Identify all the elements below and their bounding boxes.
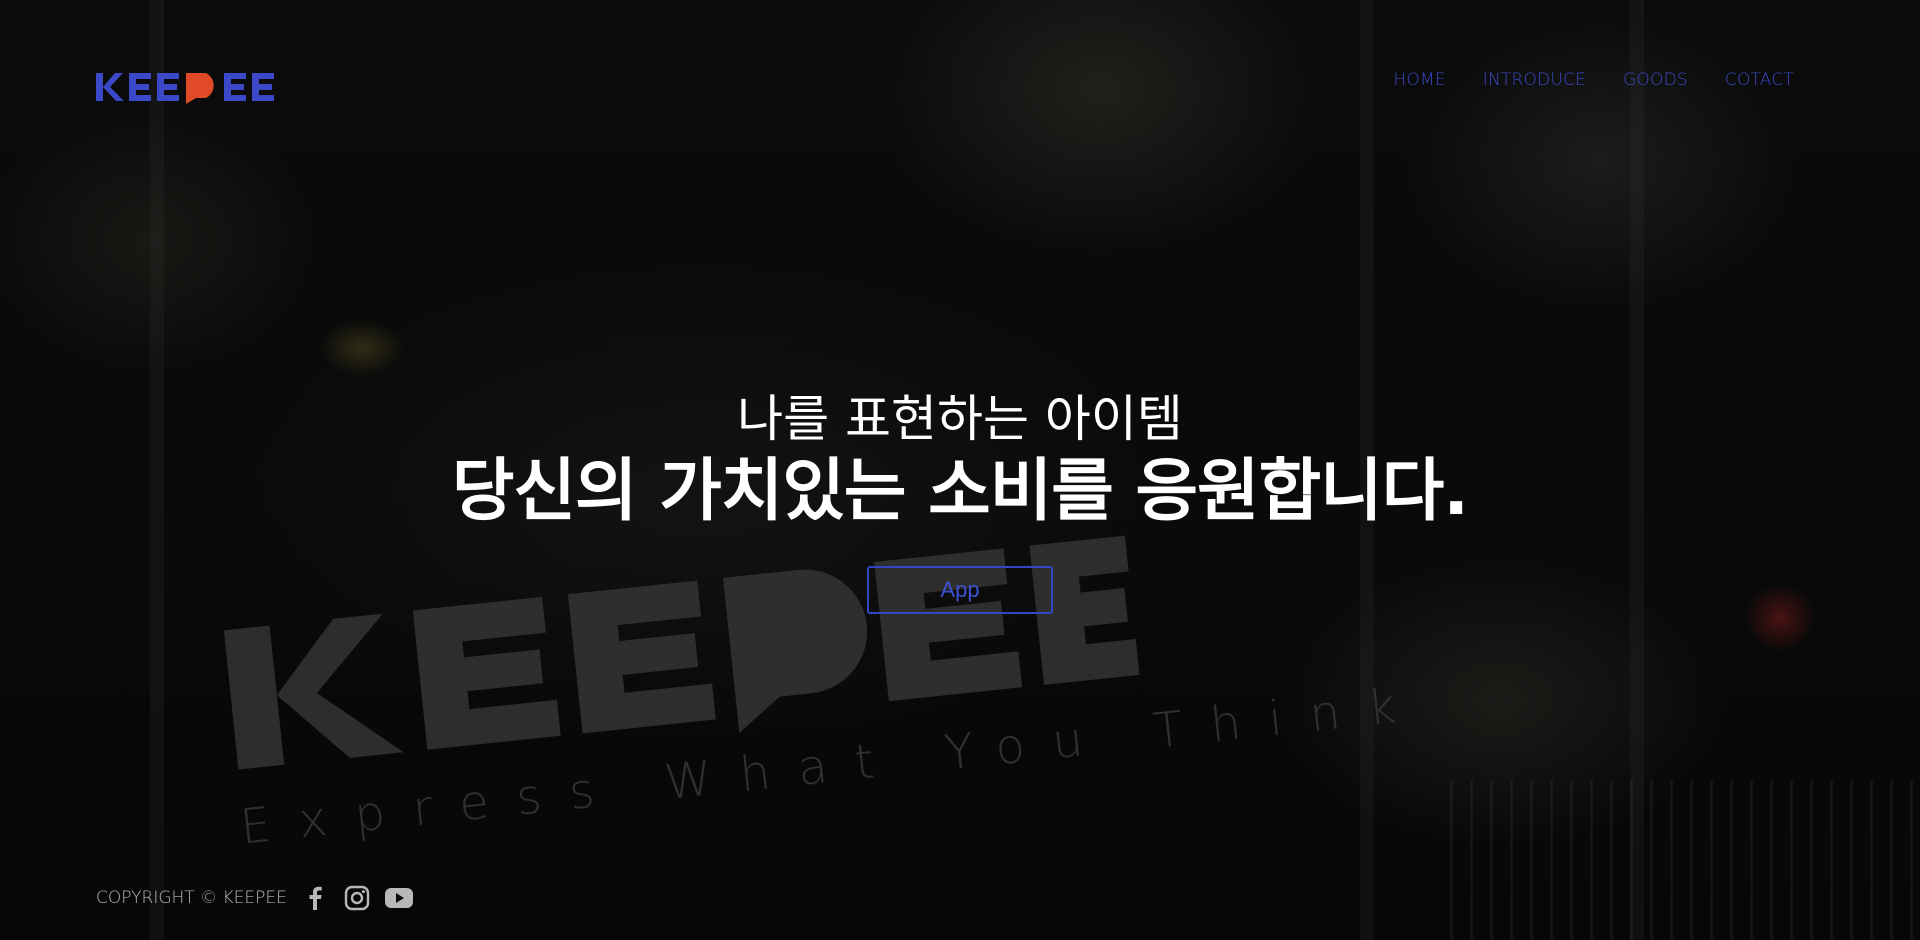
footer: COPYRIGHT © KEEPEE bbox=[96, 884, 413, 912]
facebook-icon[interactable] bbox=[301, 884, 329, 912]
nav-item-contact[interactable]: COTACT bbox=[1725, 70, 1794, 90]
copyright-text: COPYRIGHT © KEEPEE bbox=[96, 888, 287, 908]
hero-background: Express What You Think HOME INTRODUCE GO… bbox=[0, 0, 1920, 940]
youtube-icon[interactable] bbox=[384, 884, 413, 912]
nav-item-home[interactable]: HOME bbox=[1393, 70, 1445, 90]
app-button[interactable]: App bbox=[867, 566, 1053, 614]
main-nav: HOME INTRODUCE GOODS COTACT bbox=[1393, 70, 1794, 90]
hero-section: 나를 표현하는 아이템 당신의 가치있는 소비를 응원합니다. App bbox=[0, 390, 1920, 614]
background-decor bbox=[1450, 780, 1920, 940]
brand-logo[interactable] bbox=[96, 70, 286, 104]
nav-item-goods[interactable]: GOODS bbox=[1623, 70, 1688, 90]
social-links bbox=[301, 884, 413, 912]
hero-headline: 당신의 가치있는 소비를 응원합니다. bbox=[451, 452, 1469, 531]
nav-item-introduce[interactable]: INTRODUCE bbox=[1483, 70, 1586, 90]
hero-subtitle: 나를 표현하는 아이템 bbox=[737, 390, 1183, 448]
instagram-icon[interactable] bbox=[343, 884, 371, 912]
